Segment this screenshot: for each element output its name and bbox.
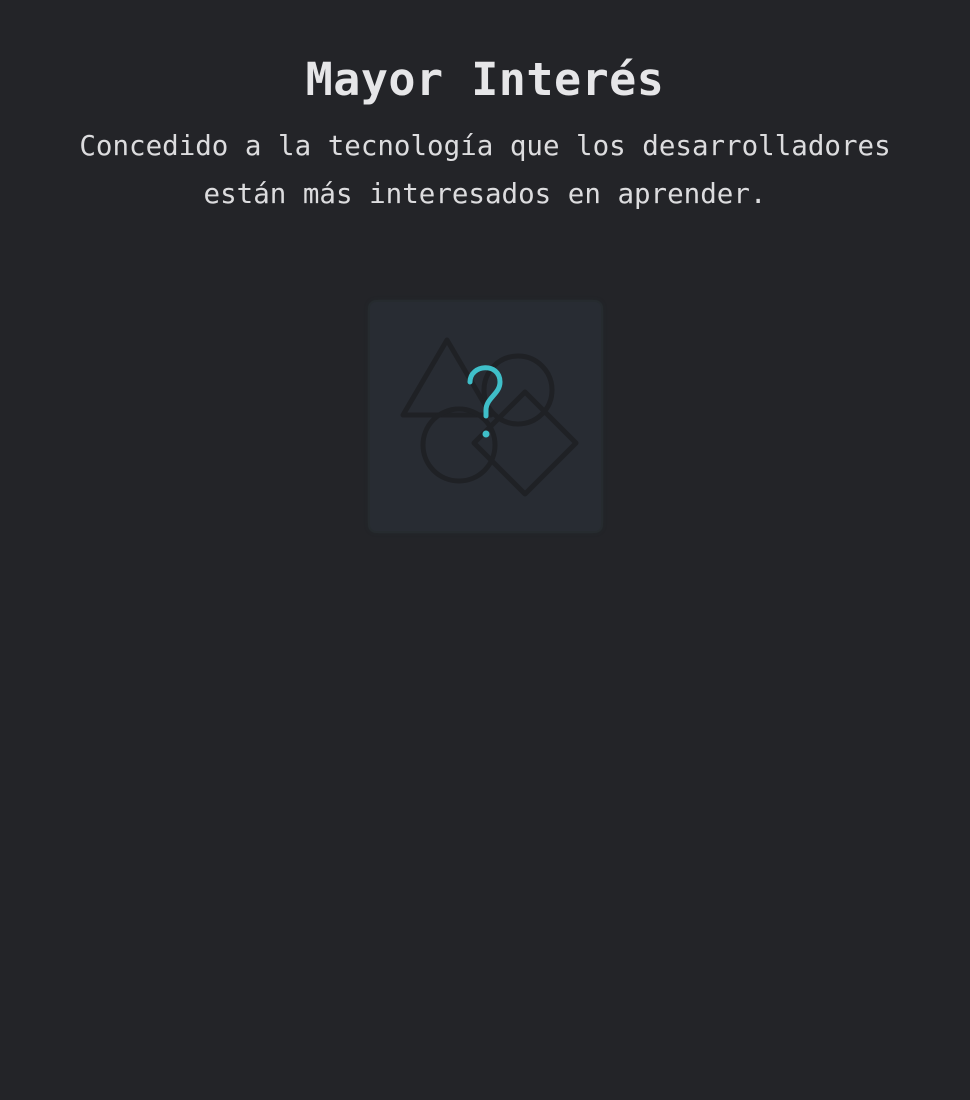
award-header: Mayor Interés Concedido a la tecnología … (0, 48, 970, 218)
award-title: Mayor Interés (305, 53, 665, 106)
question-mark-icon (0, 350, 970, 444)
award-description: Concedido a la tecnología que los desarr… (79, 130, 891, 210)
